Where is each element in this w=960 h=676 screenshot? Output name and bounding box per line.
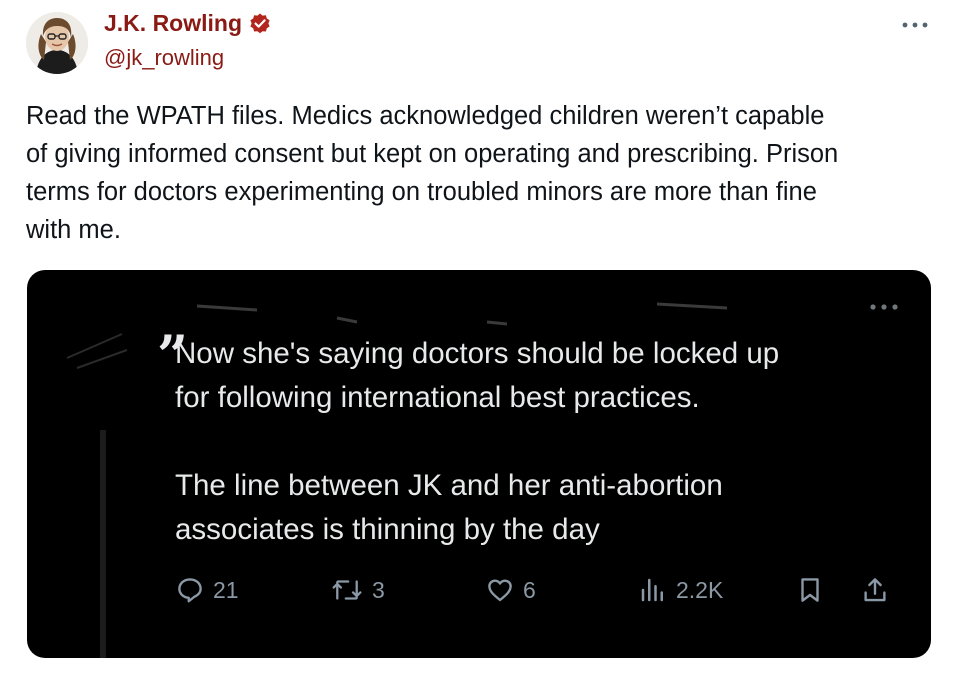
repost-icon: [332, 580, 362, 600]
tweet-text-line: with me.: [26, 216, 121, 244]
tweet-text: Read the WPATH files. Medics acknowledge…: [26, 97, 936, 249]
author-display-name[interactable]: J.K. Rowling: [104, 10, 242, 37]
repost-count: 3: [372, 576, 385, 603]
like-icon: [488, 579, 512, 602]
views-action: 2.2K: [638, 575, 723, 605]
embedded-action-bar: 21 3 6 2.2K: [175, 575, 905, 609]
tweet-text-line: Read the WPATH files. Medics acknowledge…: [26, 102, 825, 130]
bookmark-action: [795, 575, 825, 605]
reply-icon: [178, 578, 202, 603]
share-icon: [864, 578, 886, 602]
tweet-text-line: terms for doctors experimenting on troub…: [26, 178, 817, 206]
embedded-more-icon: [867, 300, 901, 312]
like-action: 6: [485, 575, 536, 605]
views-icon: [641, 578, 663, 602]
embedded-text-line: The line between JK and her anti-abortio…: [175, 469, 723, 502]
views-count: 2.2K: [676, 576, 724, 603]
tweet-card: J.K. Rowling @jk_rowling Read the WPATH …: [0, 0, 960, 676]
bookmark-icon: [801, 578, 819, 602]
embedded-text-line: for following international best practic…: [175, 381, 700, 414]
author-avatar[interactable]: [26, 12, 88, 74]
reply-action: 21: [175, 575, 239, 605]
reply-count: 21: [213, 576, 239, 603]
more-options-icon[interactable]: [900, 18, 930, 32]
author-name-row[interactable]: J.K. Rowling: [104, 10, 272, 37]
embedded-post-text: Now she's saying doctors should be locke…: [175, 332, 895, 552]
repost-action: 3: [330, 575, 385, 605]
verified-badge-icon: [248, 12, 272, 36]
like-count: 6: [523, 576, 536, 603]
embedded-screenshot[interactable]: ” Now she's saying doctors should be loc…: [27, 270, 931, 658]
author-handle[interactable]: @jk_rowling: [104, 45, 224, 71]
embedded-text-line: Now she's saying doctors should be locke…: [175, 337, 780, 370]
embedded-text-line: associates is thinning by the day: [175, 513, 600, 546]
tweet-text-line: of giving informed consent but kept on o…: [26, 140, 839, 168]
share-action: [860, 575, 890, 605]
